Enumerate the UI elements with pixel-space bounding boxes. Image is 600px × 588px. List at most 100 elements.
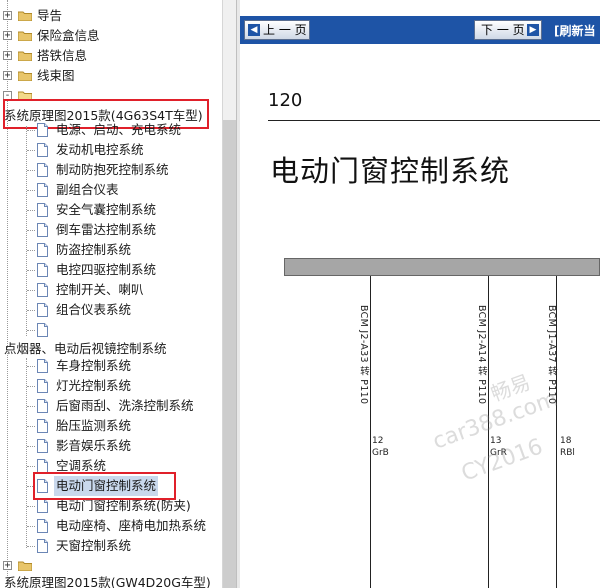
tree-item-label: 发动机电控系统 [56, 142, 144, 157]
tree-doc-item[interactable] [0, 320, 222, 340]
tree-item-label: 组合仪表系统 [56, 302, 132, 317]
tree-item-label: 副组合仪表 [56, 182, 119, 197]
collapse-minus-icon[interactable]: - [3, 91, 12, 101]
tree-doc-item[interactable]: 空调系统 [0, 456, 222, 476]
document-icon [37, 283, 48, 297]
tree-item-guide[interactable]: + 导告 [0, 6, 222, 26]
tree-item-label: 空调系统 [56, 458, 107, 473]
tree-item-label: 电动门窗控制系统 [54, 476, 159, 496]
refresh-link[interactable]: [刷新当 [554, 22, 596, 39]
tree-item-label: 安全气囊控制系统 [56, 202, 157, 217]
tree-item-label: 后窗雨刮、洗涤控制系统 [56, 398, 194, 413]
tree-item-label: 车身控制系统 [56, 358, 132, 373]
document-icon [37, 203, 48, 217]
pin-number: 18 [560, 436, 572, 446]
tree-doc-item[interactable]: 天窗控制系统 [0, 536, 222, 556]
document-icon [37, 459, 48, 473]
tree-item-label: 防盗控制系统 [56, 242, 132, 257]
tree-connector [27, 250, 35, 251]
tree-connector [27, 230, 35, 231]
tree-connector [27, 310, 35, 311]
tree-doc-item[interactable]: 制动防抱死控制系统 [0, 160, 222, 180]
tree-item-fuse-box[interactable]: + 保险盒信息 [0, 26, 222, 46]
tree-doc-item[interactable]: 影音娱乐系统 [0, 436, 222, 456]
tree-doc-item[interactable]: 发动机电控系统 [0, 140, 222, 160]
tree-item-label: 胎压监测系统 [56, 418, 132, 433]
document-icon [37, 539, 48, 553]
tree-connector [27, 210, 35, 211]
document-icon [37, 183, 48, 197]
document-icon [37, 243, 48, 257]
document-icon [37, 303, 48, 317]
tree-section-2015-gw4d20g[interactable]: 系统原理图2015款(GW4D20G车型) [4, 573, 222, 588]
tree-scrollbar-thumb[interactable] [223, 120, 236, 588]
tree-panel: + 导告 + 保险盒信息 + 搭铁信息 + 线束图 - 系统原理图2015款(4… [0, 0, 222, 588]
tree-item-label: 保险盒信息 [37, 28, 100, 43]
open-folder-icon [18, 90, 32, 101]
signal-label: BCM J2-A14 转 P110 [476, 305, 487, 405]
tree-connector [27, 330, 35, 331]
tree-doc-item[interactable]: 倒车雷达控制系统 [0, 220, 222, 240]
expand-plus-icon[interactable]: + [3, 71, 12, 81]
tree-doc-item[interactable]: 电控四驱控制系统 [0, 260, 222, 280]
tree-item-label: 导告 [37, 8, 63, 23]
tree-connector [27, 466, 35, 467]
tree-doc-item[interactable]: 车身控制系统 [0, 356, 222, 376]
tree-doc-item[interactable]: 防盗控制系统 [0, 240, 222, 260]
expand-plus-icon[interactable]: + [3, 31, 12, 41]
tree-connector [27, 426, 35, 427]
folder-icon [18, 70, 32, 81]
tree-item-label: 电源、启动、充电系统 [56, 122, 182, 137]
tree-connector [27, 270, 35, 271]
wire-color: RBl [560, 448, 575, 458]
tree-item-label: 倒车雷达控制系统 [56, 222, 157, 237]
tree-connector [27, 190, 35, 191]
document-icon [37, 479, 48, 493]
tree-doc-item[interactable]: 电源、启动、充电系统 [0, 120, 222, 140]
tree-doc-item[interactable]: 后窗雨刮、洗涤控制系统 [0, 396, 222, 416]
tree-item-label: 灯光控制系统 [56, 378, 132, 393]
expand-plus-icon[interactable]: + [3, 51, 12, 61]
tree-connector [27, 546, 35, 547]
tree-connector [27, 486, 35, 487]
tree-item-label: 线束图 [37, 68, 75, 83]
tree-doc-item[interactable]: 电动门窗控制系统 [0, 476, 222, 496]
tree-doc-item[interactable]: 副组合仪表 [0, 180, 222, 200]
arrow-right-icon: ▶ [527, 24, 539, 36]
prev-page-button[interactable]: ◀ 上 一 页 [244, 20, 310, 40]
folder-icon [18, 50, 32, 61]
tree-connector [27, 526, 35, 527]
pin-number: 13 [490, 436, 502, 446]
folder-icon [18, 560, 32, 571]
document-icon [37, 439, 48, 453]
tree-doc-item[interactable]: 电动门窗控制系统(防夹) [0, 496, 222, 516]
folder-icon [18, 10, 32, 21]
document-icon [37, 263, 48, 277]
tree-folder-open[interactable]: - [0, 86, 222, 106]
tree-doc-item[interactable]: 灯光控制系统 [0, 376, 222, 396]
document-icon [37, 499, 48, 513]
tree-connector [27, 386, 35, 387]
tree-connector [27, 446, 35, 447]
tree-doc-item[interactable]: 安全气囊控制系统 [0, 200, 222, 220]
arrow-left-icon: ◀ [248, 24, 260, 36]
tree-item-label: 电动门窗控制系统(防夹) [56, 498, 191, 513]
tree-doc-item[interactable]: 电动座椅、座椅电加热系统 [0, 516, 222, 536]
tree-doc-item[interactable]: 组合仪表系统 [0, 300, 222, 320]
tree-doc-item[interactable]: 控制开关、喇叭 [0, 280, 222, 300]
section-title: 系统原理图2015款(GW4D20G车型) [4, 575, 211, 588]
tree-item-label: 天窗控制系统 [56, 538, 132, 553]
tree-item-ground[interactable]: + 搭铁信息 [0, 46, 222, 66]
document-icon [37, 399, 48, 413]
tree-connector [27, 130, 35, 131]
tree-item-harness[interactable]: + 线束图 [0, 66, 222, 86]
document-icon [37, 163, 48, 177]
expand-plus-icon[interactable]: + [3, 11, 12, 21]
next-page-button[interactable]: 下 一 页 ▶ [474, 20, 542, 40]
document-icon [37, 359, 48, 373]
expand-plus-icon[interactable]: + [3, 561, 12, 571]
document-icon [37, 379, 48, 393]
tree-connector [27, 366, 35, 367]
document-icon [37, 419, 48, 433]
tree-doc-item[interactable]: 胎压监测系统 [0, 416, 222, 436]
